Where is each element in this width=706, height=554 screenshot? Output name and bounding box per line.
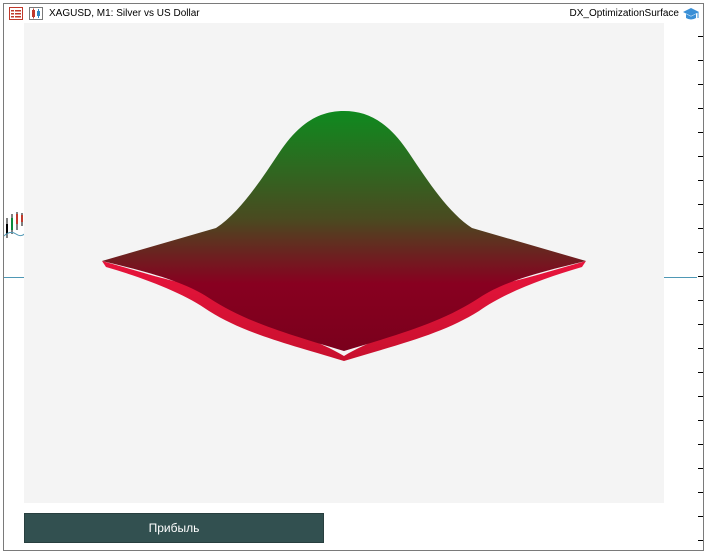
chart-window: XAGUSD, M1: Silver vs US Dollar DX_Optim… xyxy=(3,3,704,551)
price-scale[interactable] xyxy=(697,24,703,550)
chart-menu-icon[interactable] xyxy=(9,7,23,20)
price-scale-tick xyxy=(698,84,703,85)
price-scale-tick xyxy=(698,300,703,301)
price-scale-tick xyxy=(698,156,703,157)
price-scale-tick xyxy=(698,228,703,229)
optimization-surface-canvas[interactable] xyxy=(24,23,664,503)
price-scale-tick xyxy=(698,372,703,373)
price-scale-tick xyxy=(698,348,703,349)
price-scale-tick xyxy=(698,180,703,181)
surface-main xyxy=(102,111,586,351)
profit-metric-button[interactable]: Прибыль xyxy=(24,513,324,543)
price-scale-tick xyxy=(698,252,703,253)
price-scale-tick xyxy=(698,516,703,517)
chart-window-icon[interactable] xyxy=(29,7,43,20)
optimization-surface[interactable] xyxy=(24,23,664,503)
price-scale-tick xyxy=(698,540,703,541)
price-scale-tick xyxy=(698,108,703,109)
expert-advisor-name[interactable]: DX_OptimizationSurface xyxy=(570,8,680,19)
price-scale-tick xyxy=(698,324,703,325)
mini-candles-graphic xyxy=(4,212,26,238)
price-scale-tick xyxy=(698,492,703,493)
price-scale-tick xyxy=(698,204,703,205)
price-scale-tick xyxy=(698,468,703,469)
price-scale-tick xyxy=(698,36,703,37)
price-scale-tick xyxy=(698,396,703,397)
price-scale-tick xyxy=(698,132,703,133)
price-scale-tick xyxy=(698,276,703,277)
graduation-cap-icon[interactable] xyxy=(682,7,700,21)
price-scale-tick xyxy=(698,420,703,421)
price-scale-tick xyxy=(698,60,703,61)
chart-symbol-title: XAGUSD, M1: Silver vs US Dollar xyxy=(49,8,200,19)
chart-title-bar: XAGUSD, M1: Silver vs US Dollar DX_Optim… xyxy=(4,4,703,24)
price-scale-tick xyxy=(698,444,703,445)
